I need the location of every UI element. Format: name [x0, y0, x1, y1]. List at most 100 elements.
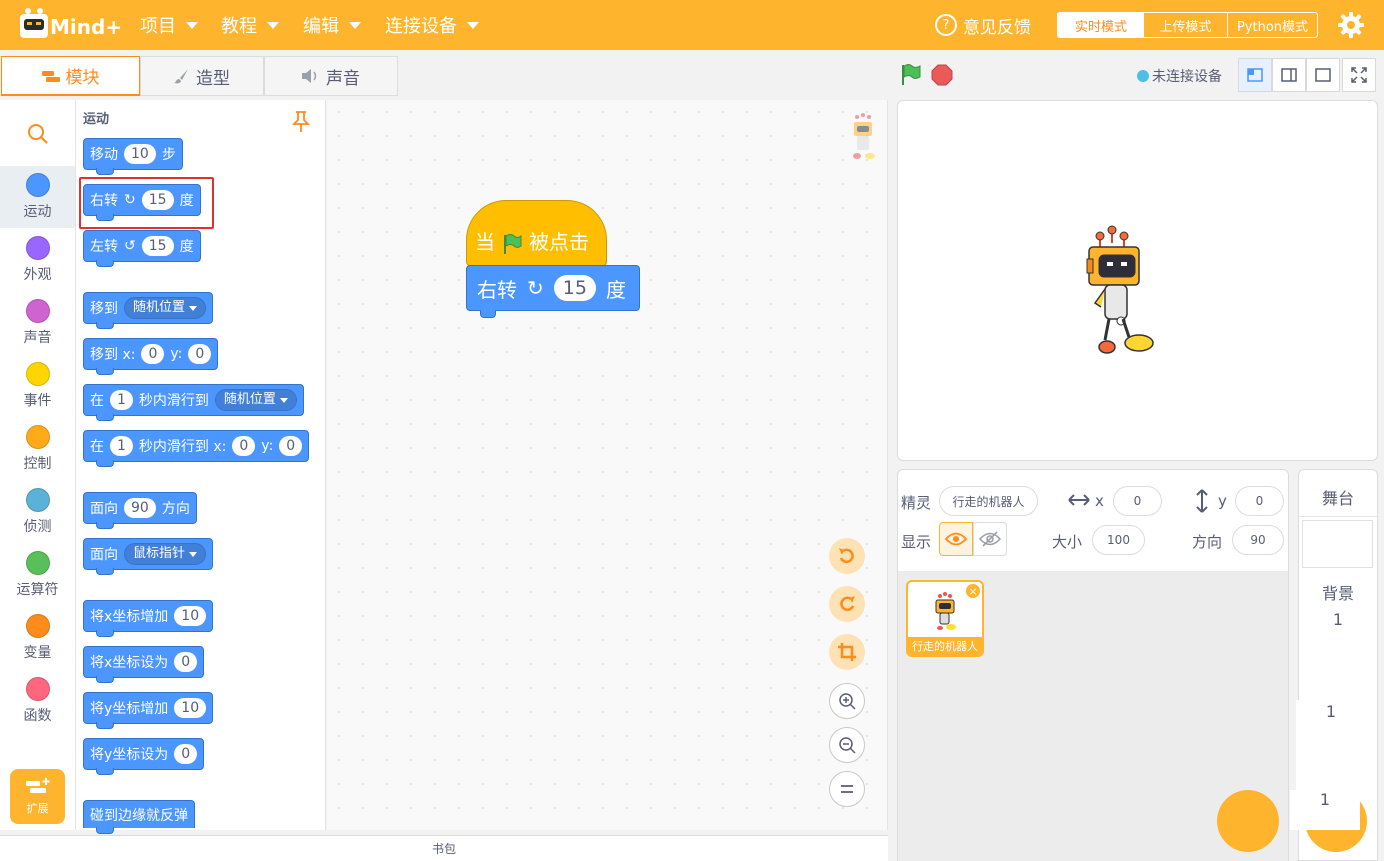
redo-button[interactable]: [829, 586, 865, 622]
block-move-steps[interactable]: 移动 10 步: [83, 138, 183, 175]
category-label: 运算符: [16, 582, 59, 598]
delete-sprite-icon[interactable]: ×: [965, 583, 981, 599]
y-input[interactable]: 0: [1235, 486, 1284, 516]
towards-dropdown[interactable]: 鼠标指针: [124, 543, 207, 565]
upload-mode-button[interactable]: 上传模式: [1144, 13, 1228, 37]
category-variables[interactable]: 变量: [0, 607, 75, 669]
steps-input[interactable]: 10: [124, 144, 156, 164]
tab-blocks[interactable]: 模块: [1, 56, 140, 96]
chevron-down-icon: [189, 305, 198, 311]
vertical-arrows-icon: [1196, 489, 1208, 513]
seconds-input[interactable]: 1: [110, 390, 133, 410]
category-functions[interactable]: 函数: [0, 670, 75, 732]
mindplus-logo[interactable]: Mind+: [18, 6, 122, 44]
menu-tutorial-label: 教程: [221, 16, 257, 37]
highlight-box: [79, 177, 214, 229]
tab-costumes[interactable]: 造型: [140, 56, 264, 96]
zoom-reset-button[interactable]: [829, 771, 865, 807]
seconds-input[interactable]: 1: [110, 436, 133, 456]
block-text: 面向: [90, 501, 118, 517]
fullscreen-button[interactable]: [1342, 58, 1376, 92]
block-change-y[interactable]: 将y坐标增加 10: [83, 692, 214, 729]
undo-button[interactable]: [829, 538, 865, 574]
block-change-x[interactable]: 将x坐标增加 10: [83, 600, 214, 637]
block-glide[interactable]: 在 1 秒内滑行到 随机位置: [83, 384, 304, 421]
block-point-direction[interactable]: 面向 90 方向: [83, 492, 197, 529]
x-input[interactable]: 0: [141, 344, 165, 364]
status-dot: [1137, 70, 1149, 82]
layout-small-icon: [1247, 68, 1263, 82]
y-input[interactable]: 0: [188, 344, 212, 364]
pin-icon[interactable]: [292, 111, 310, 133]
zoom-out-button[interactable]: [829, 727, 865, 763]
small-stage-button[interactable]: [1238, 58, 1272, 92]
direction-input[interactable]: 90: [1232, 525, 1284, 555]
green-flag-button[interactable]: [900, 64, 922, 86]
robot-sprite[interactable]: [1083, 225, 1159, 360]
menu-project[interactable]: 项目: [140, 12, 198, 38]
editor-tabs: 模块 造型 声音: [0, 56, 398, 96]
block-set-y[interactable]: 将y坐标设为 0: [83, 738, 205, 775]
direction-input[interactable]: 90: [124, 498, 156, 518]
category-looks[interactable]: 外观: [0, 229, 75, 291]
eye-slash-icon: [979, 531, 1001, 547]
sprite-name-input[interactable]: 行走的机器人: [939, 486, 1038, 516]
menu-connect-device[interactable]: 连接设备: [385, 12, 479, 38]
category-control[interactable]: 控制: [0, 418, 75, 480]
menu-edit[interactable]: 编辑: [303, 12, 361, 38]
when-flag-clicked-block[interactable]: 当 被点击: [466, 200, 607, 266]
stage-thumbnail[interactable]: [1302, 520, 1373, 568]
script-workspace[interactable]: [327, 100, 888, 830]
backdrop-label: 背景: [1321, 584, 1354, 603]
block-goto[interactable]: 移到 随机位置: [83, 292, 214, 329]
size-input[interactable]: 100: [1092, 525, 1145, 555]
degrees-input[interactable]: 15: [141, 236, 174, 256]
python-mode-button[interactable]: Python模式: [1228, 13, 1317, 37]
add-sprite-bubble[interactable]: [1217, 790, 1279, 852]
extension-label: 扩展: [26, 801, 49, 815]
zoom-in-button[interactable]: [829, 683, 865, 719]
block-bounce-on-edge[interactable]: 碰到边缘就反弹: [83, 800, 195, 834]
category-motion[interactable]: 运动: [0, 166, 75, 228]
menu-tutorial[interactable]: 教程: [221, 12, 279, 38]
realtime-mode-button[interactable]: 实时模式: [1058, 13, 1144, 37]
block-glide-xy[interactable]: 在 1 秒内滑行到 x: 0 y: 0: [83, 430, 310, 467]
stop-button[interactable]: [931, 64, 953, 86]
show-sprite-button[interactable]: [939, 522, 973, 556]
search-icon: [27, 124, 48, 144]
backpack-bar[interactable]: 书包: [0, 835, 888, 861]
x-set-input[interactable]: 0: [174, 652, 198, 672]
x-change-input[interactable]: 10: [174, 606, 207, 626]
y-change-input[interactable]: 10: [174, 698, 207, 718]
clean-up-button[interactable]: [829, 634, 865, 670]
block-goto-xy[interactable]: 移到 x: 0 y: 0: [83, 338, 219, 375]
x-input[interactable]: 0: [232, 436, 256, 456]
degrees-input[interactable]: 15: [553, 275, 596, 301]
gear-icon[interactable]: [1338, 12, 1364, 38]
turn-right-block[interactable]: 右转 ↻ 15 度: [466, 265, 640, 311]
extension-button[interactable]: 扩展: [10, 769, 65, 824]
category-events[interactable]: 事件: [0, 355, 75, 417]
category-sensing[interactable]: 侦测: [0, 481, 75, 543]
category-sound[interactable]: 声音: [0, 292, 75, 354]
feedback-button[interactable]: ? 意见反馈: [935, 12, 1031, 38]
hide-sprite-button[interactable]: [973, 522, 1007, 556]
y-set-input[interactable]: 0: [174, 744, 198, 764]
tab-sounds-label: 声音: [326, 68, 360, 89]
category-operators[interactable]: 运算符: [0, 544, 75, 606]
control-dot: [25, 425, 50, 449]
block-text: 右转: [477, 277, 517, 302]
category-label: 控制: [23, 456, 52, 472]
x-input[interactable]: 0: [1113, 486, 1162, 516]
tab-sounds[interactable]: 声音: [264, 56, 398, 96]
y-input[interactable]: 0: [279, 436, 303, 456]
block-set-x[interactable]: 将x坐标设为 0: [83, 646, 205, 683]
block-point-towards[interactable]: 面向 鼠标指针: [83, 538, 214, 575]
block-turn-left[interactable]: 左转 ↺ 15 度: [83, 230, 201, 267]
glide-target-dropdown[interactable]: 随机位置: [214, 389, 297, 411]
block-search-button[interactable]: [0, 102, 75, 166]
normal-stage-button[interactable]: [1272, 58, 1306, 92]
functions-dot: [25, 677, 50, 701]
goto-target-dropdown[interactable]: 随机位置: [124, 297, 207, 319]
hide-stage-button[interactable]: [1306, 58, 1340, 92]
